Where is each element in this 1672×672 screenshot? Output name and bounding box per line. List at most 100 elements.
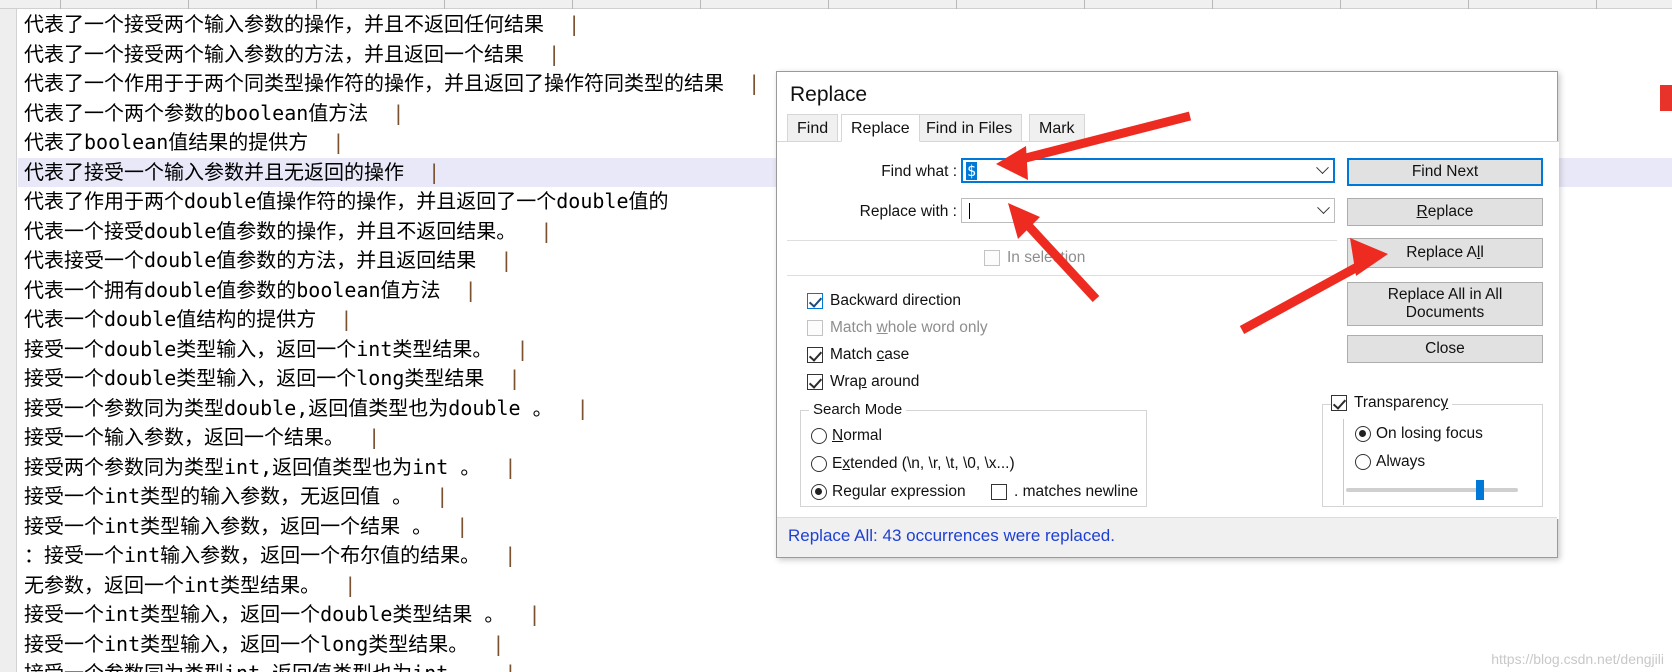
- replace-button[interactable]: Replace: [1347, 198, 1543, 226]
- editor-ruler: [0, 0, 1672, 9]
- ruler-tick: [572, 0, 573, 9]
- search-mode-regex-radio[interactable]: Regular expression: [811, 483, 966, 501]
- wrap-around-label: Wrap around: [830, 373, 920, 390]
- wrap-around-checkbox[interactable]: Wrap around: [807, 373, 919, 391]
- dot-matches-newline-checkbox[interactable]: . matches newline: [991, 483, 1138, 501]
- tab-find-in-files-label: Find in Files: [926, 120, 1013, 137]
- replace-all-in-all-documents-line2: Documents: [1405, 304, 1485, 321]
- checkbox-icon: [984, 250, 1000, 266]
- ruler-tick: [444, 0, 445, 9]
- transparency-on-losing-focus-radio[interactable]: On losing focus: [1355, 425, 1483, 443]
- dialog-status-bar: Replace All: 43 occurrences were replace…: [777, 517, 1557, 557]
- radio-icon: [811, 428, 827, 444]
- replace-all-in-all-documents-line1: Replace All in All: [1387, 286, 1503, 304]
- transparency-guide-line: [1343, 419, 1344, 505]
- line-end-marker: |: [748, 71, 761, 95]
- find-next-label: Find Next: [1411, 163, 1479, 181]
- line-end-marker: |: [392, 100, 405, 125]
- in-selection-checkbox[interactable]: In selection: [984, 249, 1085, 267]
- line-end-marker: |: [528, 602, 541, 626]
- editor-gutter: [0, 9, 17, 672]
- dialog-tabs[interactable]: Find Replace Find in Files Mark: [777, 114, 1559, 142]
- editor-line[interactable]: 代表了一个接受两个输入参数的方法，并且返回一个结果 |: [18, 40, 1672, 70]
- chevron-down-icon: [1315, 161, 1329, 175]
- line-end-marker: |: [504, 661, 516, 672]
- backward-direction-checkbox[interactable]: Backward direction: [807, 292, 961, 310]
- tab-find-in-files[interactable]: Find in Files: [916, 114, 1023, 142]
- line-end-marker: |: [344, 572, 357, 597]
- replace-dialog[interactable]: Replace Find Replace Find in Files Mark …: [776, 71, 1559, 558]
- dialog-title: Replace: [790, 83, 868, 106]
- match-case-checkbox[interactable]: Match case: [807, 346, 909, 364]
- right-edge-red-marker: [1660, 85, 1672, 111]
- editor-line[interactable]: 接受一个int类型输入，返回一个double类型结果 。 |: [18, 600, 1672, 630]
- transparency-always-radio[interactable]: Always: [1355, 453, 1425, 471]
- find-what-label: Find what :: [881, 163, 957, 180]
- transparency-on-losing-focus-label: On losing focus: [1376, 425, 1483, 442]
- editor-line[interactable]: 代表了一个接受两个输入参数的操作，并且不返回任何结果 |: [18, 10, 1672, 40]
- line-end-marker: |: [436, 484, 449, 508]
- tab-mark-label: Mark: [1039, 120, 1075, 137]
- find-what-dropdown-button[interactable]: [1311, 160, 1333, 181]
- replace-all-button[interactable]: Replace All: [1347, 238, 1543, 268]
- ruler-tick: [956, 0, 957, 9]
- match-whole-word-only-label: Match whole word only: [830, 319, 988, 336]
- ruler-tick: [1084, 0, 1085, 9]
- editor-line[interactable]: 接受一个int类型输入，返回一个long类型结果。 |: [18, 630, 1672, 660]
- divider-top: [787, 240, 1337, 241]
- watermark: https://blog.csdn.net/dengjili: [1491, 651, 1664, 667]
- status-message: Replace All: 43 occurrences were replace…: [788, 526, 1115, 545]
- transparency-slider-track[interactable]: [1346, 488, 1518, 492]
- find-what-combobox[interactable]: $: [961, 158, 1335, 183]
- find-next-button[interactable]: Find Next: [1347, 158, 1543, 186]
- line-end-marker: |: [548, 41, 561, 66]
- replace-all-in-all-documents-button[interactable]: Replace All in All Documents: [1347, 282, 1543, 326]
- editor-line[interactable]: 接受一个参数同为类型int,返回值类型也为int 。 |: [18, 659, 1672, 672]
- ruler-tick: [1596, 0, 1597, 9]
- transparency-checkbox[interactable]: Transparency: [1331, 394, 1453, 412]
- line-end-marker: |: [464, 277, 477, 302]
- tab-find-label: Find: [797, 120, 829, 137]
- ruler-tick: [316, 0, 317, 9]
- search-mode-extended-radio[interactable]: Extended (\n, \r, \t, \0, \x...): [811, 455, 1015, 473]
- text-cursor: [969, 202, 970, 219]
- line-end-marker: |: [516, 336, 529, 361]
- line-end-marker: |: [428, 159, 441, 184]
- tab-mark[interactable]: Mark: [1029, 114, 1085, 142]
- replace-with-input[interactable]: [962, 202, 1312, 220]
- search-mode-normal-label: Normal: [832, 427, 882, 444]
- tab-find[interactable]: Find: [787, 114, 839, 142]
- transparency-group: Transparency On losing focus Always: [1322, 394, 1543, 507]
- search-mode-normal-radio[interactable]: Normal: [811, 427, 882, 445]
- tab-replace-label: Replace: [851, 120, 910, 137]
- editor-line[interactable]: 无参数，返回一个int类型结果。 |: [18, 571, 1672, 601]
- find-what-input[interactable]: $: [963, 161, 1311, 180]
- divider-bottom: [787, 275, 1337, 276]
- ruler-tick: [188, 0, 189, 9]
- line-end-marker: |: [340, 307, 353, 331]
- radio-icon: [1355, 426, 1371, 442]
- radio-icon: [1355, 454, 1371, 470]
- tab-replace[interactable]: Replace: [841, 114, 920, 142]
- match-case-label: Match case: [830, 346, 910, 363]
- replace-with-dropdown-button[interactable]: [1312, 199, 1334, 222]
- backward-direction-label: Backward direction: [830, 292, 961, 309]
- in-selection-label: In selection: [1007, 249, 1086, 266]
- transparency-always-label: Always: [1376, 453, 1426, 470]
- close-label: Close: [1425, 340, 1465, 358]
- ruler-tick: [1212, 0, 1213, 9]
- match-whole-word-only-checkbox[interactable]: Match whole word only: [807, 319, 988, 337]
- dialog-body: Find what : $ Replace with : In selectio…: [777, 142, 1559, 519]
- checkbox-icon: [807, 320, 823, 336]
- line-end-marker: |: [368, 425, 381, 449]
- transparency-label: Transparency: [1354, 394, 1449, 411]
- ruler-tick: [60, 0, 61, 9]
- checkbox-icon: [1331, 395, 1347, 411]
- replace-with-combobox[interactable]: [961, 198, 1335, 223]
- replace-all-label: Replace All: [1406, 244, 1484, 262]
- transparency-slider-thumb[interactable]: [1476, 480, 1485, 500]
- close-button[interactable]: Close: [1347, 335, 1543, 363]
- replace-with-label: Replace with :: [859, 203, 957, 220]
- search-mode-regex-label: Regular expression: [832, 483, 966, 500]
- radio-icon: [811, 456, 827, 472]
